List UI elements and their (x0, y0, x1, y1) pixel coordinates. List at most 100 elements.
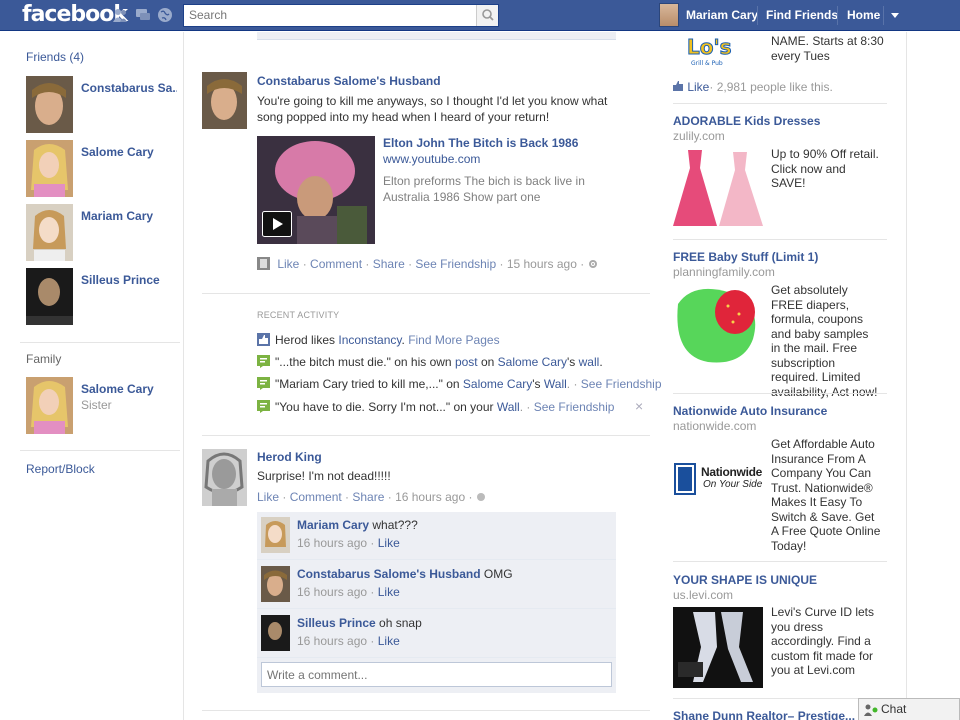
friend-name-silleus[interactable]: Silleus Prince (81, 273, 177, 287)
nav-divider (883, 6, 884, 25)
wall-link[interactable]: Wall (497, 400, 520, 414)
story-author-photo[interactable] (202, 449, 247, 506)
comment-author-link[interactable]: Constabarus Salome's Husband (297, 567, 481, 581)
link-title[interactable]: Elton John The Bitch is Back 1986 (383, 136, 578, 150)
wall-post-icon (257, 377, 270, 390)
comment-author-link[interactable]: Silleus Prince (297, 616, 376, 630)
link-url[interactable]: www.youtube.com (383, 152, 480, 166)
comment-time[interactable]: 16 hours ago (297, 536, 367, 550)
story-author-photo[interactable] (202, 72, 247, 129)
friend-photo-salome[interactable] (26, 140, 73, 197)
chat-tab[interactable]: Chat (858, 698, 960, 720)
comment-time[interactable]: 16 hours ago (297, 585, 367, 599)
globe-icon (476, 493, 485, 501)
nationwide-eagle-icon (674, 463, 696, 495)
story-actions: Like · Comment · Share · 16 hours ago · (257, 490, 486, 504)
see-friendship-link[interactable]: See Friendship (415, 257, 496, 271)
family-section-title: Family (26, 352, 62, 366)
commenter-photo-silleus[interactable] (261, 615, 290, 651)
story-author-name[interactable]: Herod King (257, 450, 322, 464)
share-link[interactable]: Share (352, 490, 384, 504)
story-time[interactable]: 15 hours ago (507, 257, 577, 271)
like-link[interactable]: Like (277, 257, 299, 271)
find-friends-link[interactable]: Find Friends (766, 0, 838, 31)
wall-link[interactable]: Wall (544, 377, 567, 391)
home-link[interactable]: Home (847, 0, 880, 31)
report-block-link[interactable]: Report/Block (26, 462, 95, 476)
chat-status-icon (864, 704, 878, 716)
play-icon[interactable] (262, 211, 292, 237)
left-sidebar: Friends (4) Constabarus Sa... Salome Car… (0, 32, 184, 720)
ad-divider (673, 698, 887, 699)
comment-author-link[interactable]: Mariam Cary (297, 518, 369, 532)
comment-like-link[interactable]: Like (378, 634, 400, 648)
ad-title[interactable]: Shane Dunn Realtor– Prestige... (673, 709, 855, 720)
comment-link[interactable]: Comment (290, 490, 342, 504)
wall-link[interactable]: wall (579, 355, 600, 369)
comment-like-link[interactable]: Like (378, 536, 400, 550)
friend-name-salome[interactable]: Salome Cary (81, 145, 177, 159)
ad-divider (673, 393, 887, 394)
friend-name-constabarus[interactable]: Constabarus Sa... (81, 81, 177, 95)
friend-photo-mariam[interactable] (26, 204, 73, 261)
commenter-photo-constabarus[interactable] (261, 566, 290, 602)
salome-cary-link[interactable]: Salome Cary (498, 355, 567, 369)
messages-icon[interactable] (135, 7, 151, 23)
ad-like-row: Like· 2,981 people like this. (673, 80, 833, 94)
search-box (183, 4, 499, 27)
friend-requests-icon[interactable] (112, 7, 128, 23)
share-link[interactable]: Share (373, 257, 405, 271)
comment-author: Silleus Prince oh snap (297, 616, 422, 630)
ad-title[interactable]: ADORABLE Kids Dresses (673, 114, 820, 128)
ad-title[interactable]: FREE Baby Stuff (Limit 1) (673, 250, 818, 264)
ad-image-nationwide-logo[interactable]: Nationwide On Your Side (673, 462, 763, 496)
comment-link[interactable]: Comment (310, 257, 362, 271)
ad-image-levis[interactable] (673, 607, 763, 688)
see-friendship-link[interactable]: See Friendship (581, 377, 662, 391)
family-name-salome[interactable]: Salome Cary (81, 382, 177, 396)
friend-name-mariam[interactable]: Mariam Cary (81, 209, 177, 223)
commenter-photo-mariam[interactable] (261, 517, 290, 553)
like-link[interactable]: Like (257, 490, 279, 504)
ad-url: zulily.com (673, 129, 725, 143)
wall-post-icon (257, 400, 270, 413)
video-thumbnail[interactable] (257, 136, 375, 244)
comment-item: Silleus Prince oh snap 16 hours ago · Li… (257, 610, 616, 658)
ad-like-link[interactable]: Like (687, 80, 709, 94)
ad-title[interactable]: YOUR SHAPE IS UNIQUE (673, 573, 817, 587)
ad-body: Get Affordable Auto Insurance From A Com… (771, 437, 881, 553)
account-menu-chevron-down-icon[interactable] (890, 12, 900, 20)
friend-photo-constabarus[interactable] (26, 76, 73, 133)
comment-time[interactable]: 16 hours ago (297, 634, 367, 648)
ad-image-teether[interactable] (673, 284, 763, 366)
search-button[interactable] (476, 5, 498, 26)
friend-photo-silleus[interactable] (26, 268, 73, 325)
comment-text: what??? (372, 518, 418, 532)
notifications-globe-icon[interactable] (157, 7, 173, 23)
close-icon[interactable]: × (635, 398, 643, 414)
write-comment-input[interactable] (261, 662, 612, 687)
friends-section-title[interactable]: Friends (4) (26, 50, 84, 64)
story-time[interactable]: 16 hours ago (395, 490, 465, 504)
profile-name-link[interactable]: Mariam Cary (686, 0, 758, 31)
find-more-pages-link[interactable]: Find More Pages (408, 333, 499, 347)
family-photo-salome[interactable] (26, 377, 73, 434)
comment-meta: 16 hours ago · Like (297, 536, 400, 550)
profile-avatar[interactable] (659, 3, 679, 27)
search-input[interactable] (184, 5, 474, 25)
story-divider (202, 435, 650, 436)
see-friendship-link[interactable]: See Friendship (534, 400, 615, 414)
activity-text: "You have to die. Sorry I'm not..." on y… (275, 400, 497, 414)
post-link[interactable]: post (455, 355, 478, 369)
ad-image-dresses[interactable] (673, 148, 763, 228)
ad-logo-image[interactable]: Lo's Grill & Pub (683, 32, 739, 68)
ad-title[interactable]: Nationwide Auto Insurance (673, 404, 827, 418)
comment-meta: 16 hours ago · Like (297, 634, 400, 648)
page-link-inconstancy[interactable]: Inconstancy (338, 333, 401, 347)
comment-like-link[interactable]: Like (378, 585, 400, 599)
story-author-name[interactable]: Constabarus Salome's Husband (257, 74, 441, 88)
gear-icon[interactable] (588, 259, 598, 269)
activity-text: . (599, 355, 603, 369)
salome-cary-link[interactable]: Salome Cary (463, 377, 532, 391)
comment-author: Mariam Cary what??? (297, 518, 418, 532)
